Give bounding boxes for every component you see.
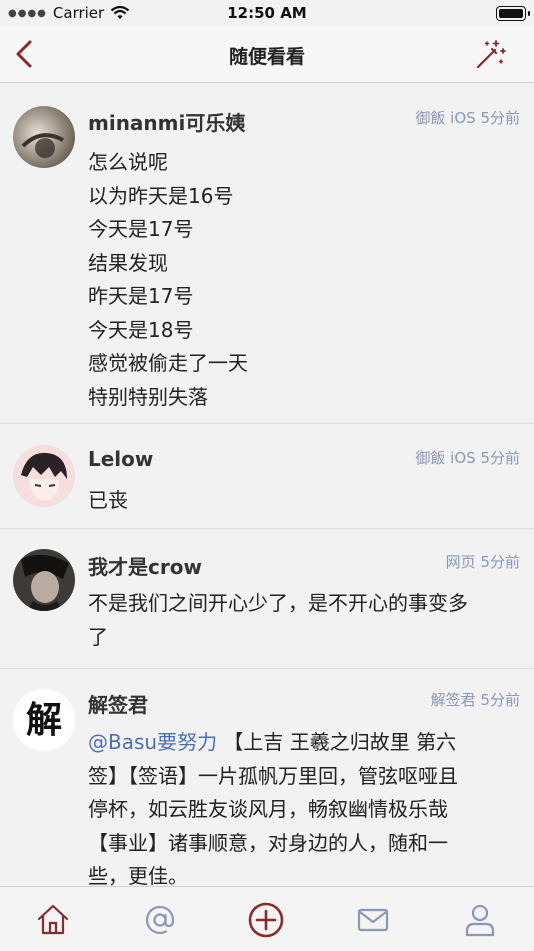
clock: 12:50 AM: [227, 4, 307, 22]
plus-circle-icon: [248, 902, 284, 938]
author-name[interactable]: Lelow: [88, 447, 153, 471]
magic-wand-icon: [476, 40, 506, 69]
avatar[interactable]: 解: [13, 689, 75, 751]
avatar[interactable]: [13, 549, 75, 611]
avatar-anime-icon: [13, 445, 75, 507]
post-text: @Basu要努力 【上吉 王羲之归故里 第六 签】【签语】一片孤帆万里回，管弦呕…: [88, 726, 510, 886]
avatar-glyph: 解: [25, 699, 62, 741]
tab-bar: [0, 886, 534, 951]
status-card[interactable]: Lelow 御飯 iOS 5分前 已丧: [0, 424, 534, 529]
post-meta: 网页 5分前: [446, 551, 520, 572]
post-time: 5分前: [480, 553, 520, 571]
envelope-icon: [357, 908, 389, 932]
at-icon: [145, 905, 175, 935]
avatar-photo-icon: [13, 549, 75, 611]
post-source: 网页: [445, 553, 476, 571]
status-card[interactable]: minanmi可乐姨 御飯 iOS 5分前 怎么说呢 以为昨天是16号 今天是1…: [0, 83, 534, 424]
person-icon: [465, 904, 495, 937]
post-text: 怎么说呢 以为昨天是16号 今天是17号 结果发现 昨天是17号 今天是18号 …: [88, 150, 248, 409]
author-name[interactable]: minanmi可乐姨: [88, 107, 245, 136]
navigation-bar: 随便看看: [0, 26, 534, 83]
tab-mentions[interactable]: [140, 901, 180, 939]
tab-profile[interactable]: [460, 901, 500, 939]
post-source: 御飯 iOS: [415, 109, 476, 127]
status-card[interactable]: 我才是crow 网页 5分前 不是我们之间开心少了，是不开心的事变多 了: [0, 529, 534, 669]
post-time: 5分前: [480, 449, 520, 467]
post-source: 御飯 iOS: [415, 449, 476, 467]
avatar[interactable]: [13, 445, 75, 507]
magic-wand-button[interactable]: [474, 38, 508, 70]
mention-link[interactable]: @Basu要努力: [88, 730, 217, 754]
battery-icon: [496, 6, 530, 21]
status-card[interactable]: 解 解签君 解签君 5分前 @Basu要努力 【上吉 王羲之归故里 第六 签】【…: [0, 669, 534, 886]
tab-home[interactable]: [33, 901, 73, 939]
tab-messages[interactable]: [353, 901, 393, 939]
page-title: 随便看看: [228, 46, 305, 68]
status-bar: ●●●● Carrier 12:50 AM: [0, 0, 534, 26]
tab-compose[interactable]: [246, 901, 286, 939]
avatar[interactable]: [13, 106, 75, 168]
post-text: 不是我们之间开心少了，是不开心的事变多 了: [88, 591, 468, 649]
avatar-photo-icon: [13, 106, 75, 168]
post-meta: 御飯 iOS 5分前: [415, 107, 520, 128]
author-name[interactable]: 解签君: [88, 689, 148, 718]
post-source: 解签君: [430, 691, 476, 709]
author-name[interactable]: 我才是crow: [88, 551, 202, 580]
post-meta: 御飯 iOS 5分前: [415, 447, 520, 468]
post-time: 5分前: [480, 691, 520, 709]
post-time: 5分前: [480, 109, 520, 127]
post-text: 已丧: [88, 488, 128, 512]
home-icon: [37, 904, 69, 935]
timeline-feed[interactable]: minanmi可乐姨 御飯 iOS 5分前 怎么说呢 以为昨天是16号 今天是1…: [0, 83, 534, 886]
post-meta: 解签君 5分前: [431, 689, 520, 710]
